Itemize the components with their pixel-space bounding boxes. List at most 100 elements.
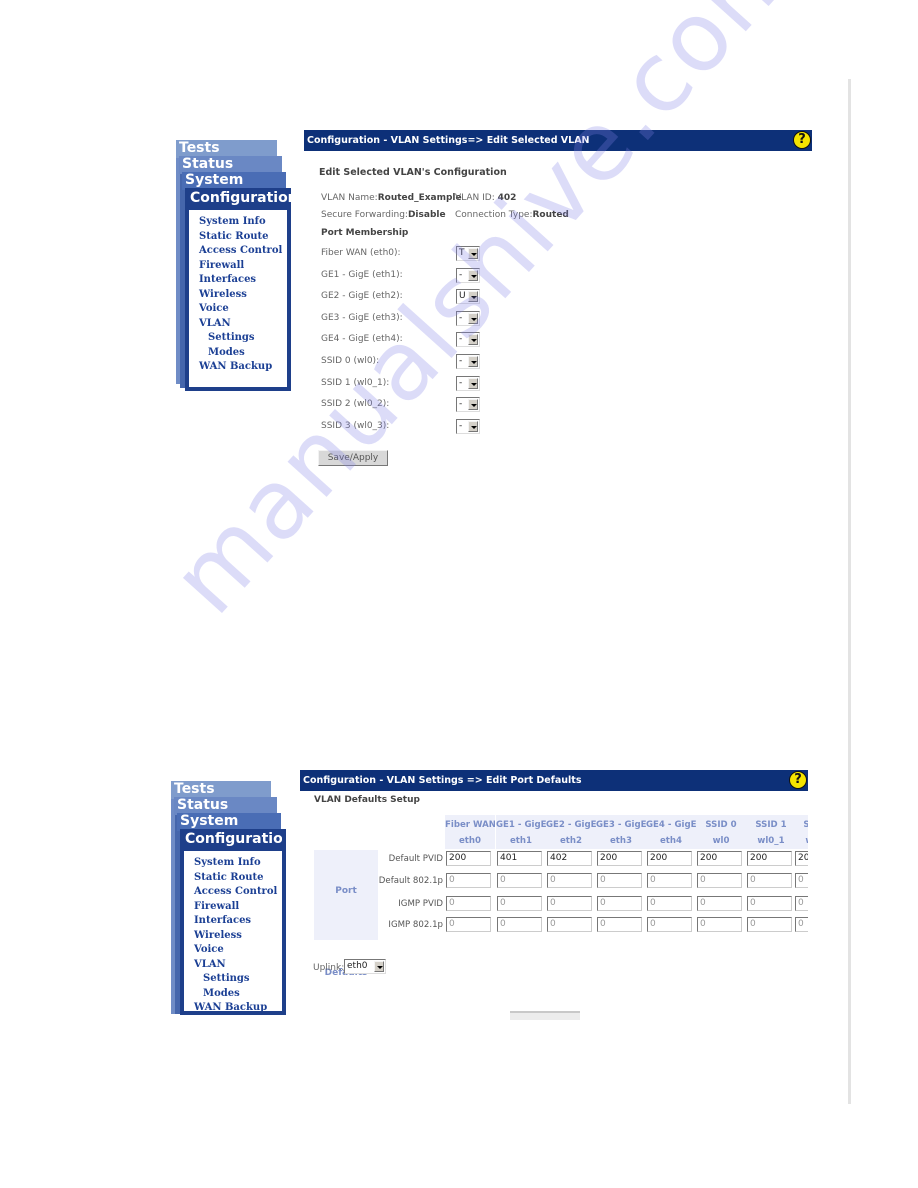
port-default-input[interactable]: 0 [795,896,808,911]
nav-tab-configuration[interactable]: Configuration [189,188,298,210]
port-default-input[interactable]: 0 [597,896,642,911]
port-default-input[interactable]: 0 [795,873,808,888]
port-membership-select[interactable]: - [456,375,480,391]
column-header-iface: eth0 [445,831,495,849]
port-default-input[interactable]: 0 [697,873,742,888]
vlan-defaults-title: VLAN Defaults Setup [314,795,420,805]
port-default-input[interactable]: 0 [446,896,491,911]
uplink-select-value: eth0 [347,961,368,971]
port-membership-value: - [459,420,463,431]
port-default-input[interactable]: 0 [597,917,642,932]
nav-item-static-route[interactable]: Static Route [194,871,282,886]
port-default-input[interactable]: 0 [497,896,542,911]
nav-item-system-info[interactable]: System Info [194,856,282,871]
nav-item-voice[interactable]: Voice [199,302,287,317]
port-default-input[interactable]: 0 [747,917,792,932]
nav-item-firewall[interactable]: Firewall [194,900,282,915]
nav-item-access-control[interactable]: Access Control [194,885,282,900]
nav-item-wireless[interactable]: Wireless [194,929,282,944]
nav-tab-configuration[interactable]: Configuration [184,829,282,851]
port-default-input[interactable]: 0 [446,917,491,932]
port-default-input[interactable]: 401 [497,851,542,866]
nav-item-interfaces[interactable]: Interfaces [194,914,282,929]
chevron-down-icon [468,356,478,367]
port-membership-value: - [459,269,463,280]
port-membership-select[interactable]: U [456,289,480,305]
port-membership-select[interactable]: - [456,397,480,413]
nav-item-wireless[interactable]: Wireless [199,288,287,303]
port-default-input[interactable]: 0 [747,896,792,911]
row-label: IGMP 802.1p [388,920,443,930]
port-label: SSID 2 (wl0_2): [321,399,390,410]
nav-item-vlan-modes[interactable]: Modes [194,987,282,1002]
port-membership-select[interactable]: T [456,246,480,261]
help-icon[interactable]: ? [789,771,807,789]
vlan-name-value: Routed_Example [377,193,462,203]
port-default-input[interactable]: 0 [446,873,491,888]
port-default-input[interactable]: 0 [647,873,692,888]
uplink-select[interactable]: eth0 [344,959,386,974]
vlan-name-label: VLAN Name: [321,193,378,203]
port-default-input[interactable]: 0 [497,873,542,888]
row-label: IGMP PVID [398,899,443,909]
port-membership-select[interactable]: - [456,354,480,369]
nav-item-firewall[interactable]: Firewall [199,259,287,274]
vlan-id-label: VLAN ID: [455,193,498,203]
port-default-input[interactable]: 0 [547,896,592,911]
port-membership-select[interactable]: - [456,267,480,283]
port-label: GE1 - GigE (eth1): [321,269,403,280]
column-header-iface: eth3 [596,831,646,849]
port-membership-select[interactable]: - [456,310,480,326]
port-default-input[interactable]: 0 [647,896,692,911]
port-defaults-group-label: Port Defaults [314,850,378,978]
nav-item-voice[interactable]: Voice [194,943,282,958]
save-button-partial[interactable] [510,1011,580,1020]
chevron-down-icon [468,312,478,324]
nav-item-vlan-settings[interactable]: Settings [194,972,282,987]
nav-item-wan-backup[interactable]: WAN Backup [199,360,287,375]
nav-panel-configuration: Configuration System Info Static Route A… [180,829,286,1015]
edit-vlan-panel: Configuration - VLAN Settings=> Edit Sel… [304,130,812,470]
port-membership-value: - [459,356,463,366]
port-default-input[interactable]: 200 [446,851,491,866]
port-default-input[interactable]: 0 [647,917,692,932]
chevron-down-icon [468,334,478,346]
nav-item-vlan-modes[interactable]: Modes [199,346,287,361]
uplink-label: Uplink: [313,963,345,973]
column-header-iface: wl0_1 [746,831,796,849]
port-default-input[interactable]: 0 [697,896,742,911]
help-icon[interactable]: ? [793,131,811,149]
port-default-input[interactable]: 200 [747,851,792,866]
port-default-input[interactable]: 0 [597,873,642,888]
port-default-input[interactable]: 0 [747,873,792,888]
nav-item-interfaces[interactable]: Interfaces [199,273,287,288]
port-default-input[interactable]: 0 [795,917,808,932]
port-default-input[interactable]: 200 [697,851,742,866]
port-default-input[interactable]: 402 [547,851,592,866]
port-default-input[interactable]: 0 [697,917,742,932]
vlan-id-field: VLAN ID: 402 [455,193,516,203]
nav-item-wan-backup[interactable]: WAN Backup [194,1001,282,1011]
port-membership-select[interactable]: - [456,418,480,434]
column-header-iface: wl0_2 [794,831,808,849]
port-default-input[interactable]: 200 [647,851,692,866]
nav-item-vlan[interactable]: VLAN [199,317,287,332]
column-header-iface: eth2 [546,831,596,849]
row-label: Default PVID [388,854,443,864]
port-default-input[interactable]: 0 [547,873,592,888]
nav-item-vlan-settings[interactable]: Settings [199,331,287,346]
port-default-input[interactable]: 200 [597,851,642,866]
nav-item-vlan[interactable]: VLAN [194,958,282,973]
port-membership-value: - [459,312,463,323]
secure-forwarding-field: Secure Forwarding:Disable [321,210,446,220]
port-label: SSID 0 (wl0): [321,356,380,366]
port-default-input[interactable]: 0 [497,917,542,932]
nav-item-access-control[interactable]: Access Control [199,244,287,259]
port-default-input[interactable]: 200 [795,851,808,866]
port-default-input[interactable]: 0 [547,917,592,932]
nav-item-system-info[interactable]: System Info [199,215,287,230]
port-membership-select[interactable]: - [456,332,480,348]
nav-item-static-route[interactable]: Static Route [199,230,287,245]
save-apply-button[interactable]: Save/Apply [318,450,388,466]
edit-vlan-header-title: Configuration - VLAN Settings=> Edit Sel… [307,135,590,146]
